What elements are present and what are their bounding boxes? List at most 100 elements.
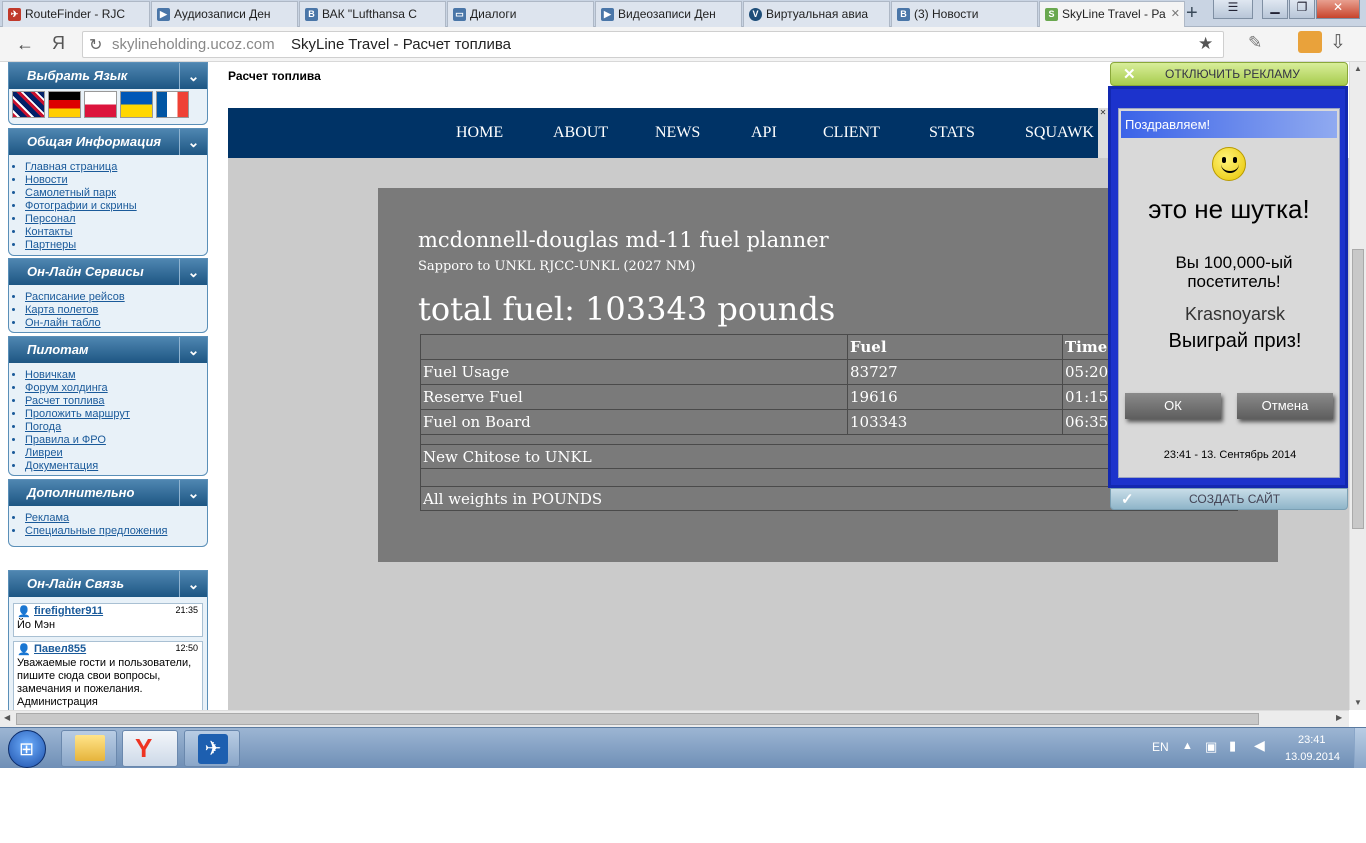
sidebar-link-forum[interactable]: Форум холдинга	[25, 382, 108, 394]
vertical-scrollbar[interactable]: ▲ ▼	[1349, 62, 1366, 710]
nav-stats[interactable]: STATS	[929, 124, 975, 142]
scroll-left-icon[interactable]: ◀	[4, 713, 10, 722]
sidebar-link-staff[interactable]: Персонал	[25, 213, 76, 225]
sidebar-link-route[interactable]: Проложить маршрут	[25, 408, 130, 420]
tab-skyline-travel[interactable]: S SkyLine Travel - Ра ✕	[1039, 1, 1185, 27]
nav-api[interactable]: API	[751, 124, 777, 142]
clock-time[interactable]: 23:41	[1298, 734, 1326, 746]
flag-france-icon[interactable]	[156, 91, 189, 118]
nav-squawk[interactable]: SQUAWK	[1025, 124, 1094, 142]
scroll-up-icon[interactable]: ▲	[1354, 64, 1362, 73]
start-button[interactable]: ⊞	[8, 730, 46, 768]
close-window-button[interactable]: ✕	[1316, 0, 1360, 19]
close-tab-icon[interactable]: ✕	[1171, 7, 1180, 20]
taskbar-explorer[interactable]	[61, 730, 117, 767]
customize-icon[interactable]: ✎	[1248, 33, 1262, 53]
download-icon[interactable]: ⇩	[1330, 31, 1346, 54]
bookmark-star-icon[interactable]: ★	[1198, 34, 1213, 54]
sidebar-link-weather[interactable]: Погода	[25, 421, 61, 433]
sidebar-section-additional: Дополнительно ⌄ Реклама Специальные предл…	[8, 479, 208, 547]
sidebar-link-photos[interactable]: Фотографии и скрины	[25, 200, 137, 212]
horizontal-scrollbar[interactable]: ◀ ▶	[0, 710, 1349, 727]
close-icon[interactable]: ✕	[1123, 65, 1136, 83]
sidebar-link-liveries[interactable]: Ливреи	[25, 447, 63, 459]
flag-poland-icon[interactable]	[84, 91, 117, 118]
tab-audio[interactable]: ▶ Аудиозаписи Ден	[151, 1, 298, 27]
tab-videos[interactable]: ▶ Видеозаписи Ден	[595, 1, 742, 27]
table-header	[420, 334, 848, 360]
sidebar-link-schedule[interactable]: Расписание рейсов	[25, 291, 125, 303]
url-field[interactable]: ↻ skylineholding.ucoz.com SkyLine Travel…	[82, 31, 1224, 58]
tab-vak-lufthansa[interactable]: B ВАК "Lufthansa C	[299, 1, 446, 27]
menu-button[interactable]: ☰	[1213, 0, 1253, 19]
sidebar-link-fuel-calc[interactable]: Расчет топлива	[25, 395, 104, 407]
tab-routefinder[interactable]: ✈ RouteFinder - RJC	[2, 1, 150, 27]
yandex-logo-icon[interactable]: Я	[52, 33, 65, 54]
list-item: Форум холдинга	[25, 382, 207, 395]
sidebar-link-online-board[interactable]: Он-лайн табло	[25, 317, 101, 329]
tab-news[interactable]: B (3) Новости	[891, 1, 1038, 27]
tab-virtual-airline[interactable]: V Виртуальная авиа	[743, 1, 890, 27]
close-icon[interactable]: ✕	[1098, 108, 1108, 158]
scroll-right-icon[interactable]: ▶	[1336, 713, 1342, 722]
tray-expand-icon[interactable]: ▲	[1182, 740, 1193, 752]
chevron-down-icon[interactable]: ⌄	[179, 129, 207, 155]
signal-icon[interactable]: ▮	[1229, 738, 1236, 754]
clock-date[interactable]: 13.09.2014	[1285, 751, 1340, 763]
new-tab-button[interactable]: +	[1186, 2, 1198, 24]
chevron-down-icon[interactable]: ⌄	[179, 571, 207, 597]
sidebar-link-special-offers[interactable]: Специальные предложения	[25, 525, 167, 537]
nav-client[interactable]: CLIENT	[823, 124, 880, 142]
taskbar-flight-app[interactable]: ✈	[184, 730, 240, 767]
section-header: Дополнительно ⌄	[9, 480, 207, 506]
sidebar-link-news[interactable]: Новости	[25, 174, 68, 186]
show-desktop-button[interactable]	[1354, 728, 1366, 768]
yandex-disk-icon[interactable]	[1298, 31, 1322, 53]
ad-city: Krasnoyarsk	[1184, 304, 1286, 324]
language-indicator[interactable]: EN	[1152, 740, 1169, 754]
nav-home[interactable]: HOME	[456, 124, 503, 142]
chevron-down-icon[interactable]: ⌄	[179, 337, 207, 363]
tab-dialogs[interactable]: ▭ Диалоги	[447, 1, 594, 27]
flag-ukraine-icon[interactable]	[120, 91, 153, 118]
nav-about[interactable]: ABOUT	[553, 124, 608, 142]
ad-ok-button[interactable]: ОК	[1125, 393, 1221, 419]
chat-username[interactable]: Павел855	[34, 643, 86, 655]
chat-text: Йо Мэн	[17, 619, 56, 631]
chat-username[interactable]: firefighter911	[34, 605, 103, 617]
scrollbar-thumb[interactable]	[1352, 249, 1364, 529]
speaker-icon[interactable]: ◀	[1254, 737, 1265, 754]
disable-ads-bar[interactable]: ✕ ОТКЛЮЧИТЬ РЕКЛАМУ	[1110, 62, 1348, 86]
create-site-bar[interactable]: ✓ СОЗДАТЬ САЙТ	[1110, 488, 1348, 510]
sidebar-link-ads[interactable]: Реклама	[25, 512, 69, 524]
smiley-icon	[1212, 147, 1246, 181]
chevron-down-icon[interactable]: ⌄	[179, 259, 207, 285]
sidebar-link-home[interactable]: Главная страница	[25, 161, 117, 173]
sidebar-link-fleet[interactable]: Самолетный парк	[25, 187, 116, 199]
sidebar-link-flight-map[interactable]: Карта полетов	[25, 304, 98, 316]
sidebar-link-rules[interactable]: Правила и ФРО	[25, 434, 106, 446]
maximize-button[interactable]: ❐	[1289, 0, 1315, 19]
sidebar-link-contacts[interactable]: Контакты	[25, 226, 73, 238]
back-arrow-icon[interactable]: ←	[16, 34, 34, 55]
chevron-down-icon[interactable]: ⌄	[179, 480, 207, 506]
sidebar-link-newbies[interactable]: Новичкам	[25, 369, 76, 381]
refresh-icon[interactable]: ↻	[89, 35, 102, 55]
device-icon[interactable]: ▣	[1205, 739, 1217, 755]
flag-uk-icon[interactable]	[12, 91, 45, 118]
list-item: Самолетный парк	[25, 187, 207, 200]
ad-cancel-button[interactable]: Отмена	[1237, 393, 1333, 419]
flag-germany-icon[interactable]	[48, 91, 81, 118]
chevron-down-icon[interactable]: ⌄	[179, 63, 207, 89]
minimize-icon: ▁	[1270, 0, 1280, 14]
chat-header: Он-Лайн Связь ⌄	[9, 571, 207, 597]
sidebar-link-docs[interactable]: Документация	[25, 460, 98, 472]
sidebar-link-partners[interactable]: Партнеры	[25, 239, 76, 251]
nav-news[interactable]: NEWS	[655, 124, 700, 142]
user-icon: 👤	[17, 606, 31, 618]
ad-content: Поздравляем! это не шутка! Вы 100,000-ый…	[1118, 108, 1340, 478]
taskbar-yandex-browser[interactable]: Y	[122, 730, 178, 767]
scrollbar-thumb[interactable]	[16, 713, 1259, 725]
minimize-button[interactable]: ▁	[1262, 0, 1288, 19]
scroll-down-icon[interactable]: ▼	[1354, 698, 1362, 707]
